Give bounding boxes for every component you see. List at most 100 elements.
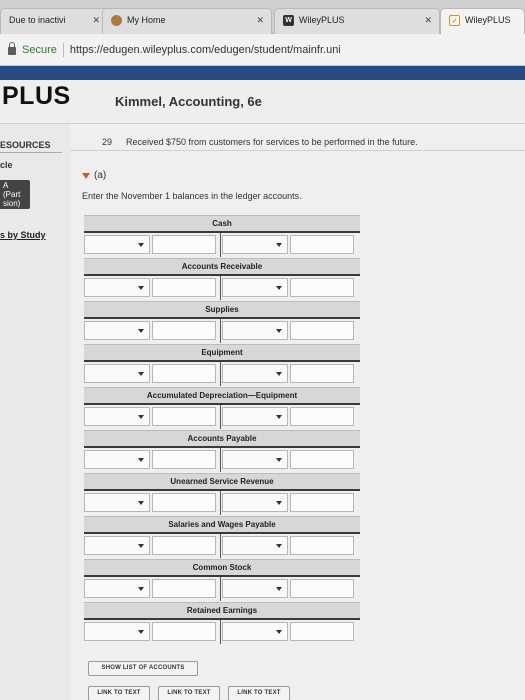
debit-amount-input[interactable]: [152, 450, 216, 469]
credit-date-select[interactable]: [222, 235, 288, 254]
dropdown-arrow-icon: [138, 243, 144, 247]
sidebar-item[interactable]: cle: [0, 160, 13, 170]
debit-date-select[interactable]: [84, 278, 150, 297]
t-account-divider: [220, 491, 221, 515]
tab-wileyplus-active[interactable]: ✓ WileyPLUS: [440, 8, 525, 34]
credit-amount-input[interactable]: [290, 536, 354, 555]
t-account: Equipment: [84, 344, 360, 386]
debit-amount-input[interactable]: [152, 622, 216, 641]
credit-date-select[interactable]: [222, 450, 288, 469]
credit-date-select[interactable]: [222, 407, 288, 426]
debit-amount-input[interactable]: [152, 579, 216, 598]
credit-date-select[interactable]: [222, 622, 288, 641]
debit-date-select[interactable]: [84, 364, 150, 383]
debit-amount-input[interactable]: [152, 321, 216, 340]
debit-date-select[interactable]: [84, 622, 150, 641]
link-to-text-button[interactable]: LINK TO TEXT: [228, 686, 290, 700]
t-account-title: Common Stock: [84, 559, 360, 575]
part-a-toggle[interactable]: (a): [82, 170, 106, 181]
debit-date-select[interactable]: [84, 536, 150, 555]
credit-date-select[interactable]: [222, 364, 288, 383]
credit-date-select[interactable]: [222, 579, 288, 598]
debit-date-select[interactable]: [84, 407, 150, 426]
t-account-divider: [220, 233, 221, 257]
dropdown-arrow-icon: [138, 458, 144, 462]
debit-amount-input[interactable]: [152, 407, 216, 426]
dropdown-arrow-icon: [276, 243, 282, 247]
tab-due-to-inactivity[interactable]: Due to inactivi ✕: [0, 8, 108, 34]
left-sidebar: ESOURCES cle A (Part sion) s by Study: [0, 124, 70, 700]
url-text[interactable]: https://edugen.wileyplus.com/edugen/stud…: [70, 44, 341, 56]
t-account-title: Accounts Payable: [84, 430, 360, 446]
credit-amount-input[interactable]: [290, 407, 354, 426]
t-account-divider: [220, 577, 221, 601]
book-title: Kimmel, Accounting, 6e: [115, 94, 262, 109]
t-account: Cash: [84, 215, 360, 257]
credit-amount-input[interactable]: [290, 493, 354, 512]
debit-amount-input[interactable]: [152, 364, 216, 383]
debit-date-select[interactable]: [84, 450, 150, 469]
wileyplus-logo[interactable]: PLUS: [2, 82, 71, 111]
dropdown-arrow-icon: [138, 587, 144, 591]
credit-amount-input[interactable]: [290, 579, 354, 598]
credit-date-select[interactable]: [222, 321, 288, 340]
close-icon[interactable]: ✕: [92, 15, 100, 26]
t-account-row: [84, 362, 360, 386]
t-account: Accounts Receivable: [84, 258, 360, 300]
link-to-text-button[interactable]: LINK TO TEXT: [88, 686, 150, 700]
t-account-row: [84, 276, 360, 300]
t-account-row: [84, 448, 360, 472]
credit-amount-input[interactable]: [290, 450, 354, 469]
t-account-row: [84, 534, 360, 558]
t-account-row: [84, 491, 360, 515]
close-icon[interactable]: ✕: [256, 15, 264, 26]
credit-date-select[interactable]: [222, 536, 288, 555]
dropdown-arrow-icon: [276, 587, 282, 591]
debit-amount-input[interactable]: [152, 278, 216, 297]
t-account-divider: [220, 405, 221, 429]
page-header: PLUS Kimmel, Accounting, 6e: [0, 80, 525, 124]
dropdown-arrow-icon: [276, 329, 282, 333]
debit-amount-input[interactable]: [152, 536, 216, 555]
tab-label: Due to inactivi: [9, 15, 66, 25]
sidebar-study-link[interactable]: s by Study: [0, 230, 46, 240]
dropdown-arrow-icon: [138, 630, 144, 634]
dropdown-arrow-icon: [276, 630, 282, 634]
dropdown-arrow-icon: [138, 415, 144, 419]
tab-label: WileyPLUS: [299, 15, 345, 25]
link-to-text-button[interactable]: LINK TO TEXT: [158, 686, 220, 700]
credit-amount-input[interactable]: [290, 278, 354, 297]
secure-label: Secure: [22, 43, 57, 56]
show-list-of-accounts-button[interactable]: SHOW LIST OF ACCOUNTS: [88, 661, 198, 676]
t-account-title: Salaries and Wages Payable: [84, 516, 360, 532]
t-account-row: [84, 577, 360, 601]
dropdown-arrow-icon: [138, 501, 144, 505]
tab-my-home[interactable]: My Home ✕: [102, 8, 272, 34]
dropdown-arrow-icon: [276, 372, 282, 376]
lock-icon: [8, 42, 16, 55]
t-account-row: [84, 233, 360, 257]
address-bar[interactable]: Secure https://edugen.wileyplus.com/edug…: [0, 34, 525, 66]
dropdown-arrow-icon: [138, 329, 144, 333]
dropdown-arrow-icon: [138, 544, 144, 548]
t-account: Retained Earnings: [84, 602, 360, 644]
sidebar-assignment-badge[interactable]: A (Part sion): [0, 180, 30, 209]
credit-date-select[interactable]: [222, 278, 288, 297]
dropdown-arrow-icon: [276, 501, 282, 505]
debit-date-select[interactable]: [84, 321, 150, 340]
close-icon[interactable]: ✕: [424, 15, 432, 26]
credit-amount-input[interactable]: [290, 321, 354, 340]
debit-date-select[interactable]: [84, 579, 150, 598]
dropdown-arrow-icon: [138, 372, 144, 376]
credit-amount-input[interactable]: [290, 235, 354, 254]
debit-amount-input[interactable]: [152, 235, 216, 254]
t-account-title: Unearned Service Revenue: [84, 473, 360, 489]
t-account-divider: [220, 276, 221, 300]
credit-amount-input[interactable]: [290, 622, 354, 641]
tab-wileyplus[interactable]: W WileyPLUS ✕: [274, 8, 440, 34]
debit-amount-input[interactable]: [152, 493, 216, 512]
debit-date-select[interactable]: [84, 493, 150, 512]
debit-date-select[interactable]: [84, 235, 150, 254]
credit-date-select[interactable]: [222, 493, 288, 512]
credit-amount-input[interactable]: [290, 364, 354, 383]
